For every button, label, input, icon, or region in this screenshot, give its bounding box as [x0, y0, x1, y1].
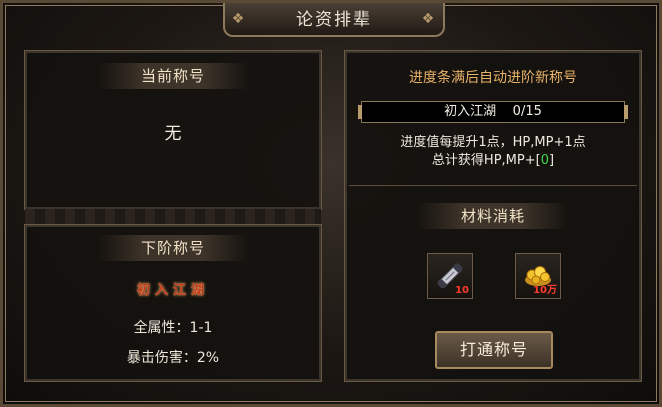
- advance-hint: 进度条满后自动进阶新称号: [409, 70, 577, 86]
- unlock-title-button[interactable]: 打通称号: [435, 331, 553, 369]
- attr-all-stats: 全属性：1-1: [133, 320, 213, 336]
- next-title-panel: 下阶称号 初入江湖 全属性：1-1 暴击伤害：2%: [24, 224, 322, 382]
- current-title-value: 无: [164, 124, 182, 144]
- current-title-panel: 当前称号 无: [24, 50, 322, 210]
- progress-label: 初入江湖 0/15: [444, 104, 542, 119]
- bracket-close: ]: [548, 153, 555, 168]
- current-title-header: 当前称号: [97, 63, 249, 89]
- material-slot-scroll[interactable]: 10: [427, 253, 473, 299]
- progress-title-name: 初入江湖: [444, 104, 497, 119]
- materials-header: 材料消耗: [417, 203, 569, 229]
- progress-count: 0/15: [512, 104, 542, 119]
- decorative-divider: [25, 209, 321, 225]
- ornament-left-icon: ❖: [231, 11, 247, 27]
- window-title: 论资排辈: [296, 10, 372, 30]
- next-title-header: 下阶称号: [97, 235, 249, 261]
- window-frame: ❖ 论资排辈 ❖ 当前称号 无 下阶称号 初入江湖 全属性：1-1 暴击伤害：2…: [0, 0, 662, 407]
- attr-crit-damage: 暴击伤害：2%: [126, 350, 220, 366]
- progress-cap-left: [358, 105, 362, 119]
- ornament-right-icon: ❖: [421, 11, 437, 27]
- progress-rule-text: 进度值每提升1点，HP,MP+1点: [400, 135, 586, 150]
- total-bonus-text: 总计获得HP,MP+[0]: [347, 149, 639, 168]
- material-slot-gold[interactable]: 10万: [515, 253, 561, 299]
- material-qty-gold: 10万: [533, 285, 557, 296]
- next-title-badge: 初入江湖: [136, 283, 209, 298]
- progress-cap-right: [624, 105, 628, 119]
- progress-bar: 初入江湖 0/15: [358, 101, 628, 123]
- window-title-plate: ❖ 论资排辈 ❖: [223, 3, 445, 37]
- advance-panel: 进度条满后自动进阶新称号 初入江湖 0/15 进度值每提升1点，HP,MP+1点…: [344, 50, 642, 382]
- total-bonus-prefix: 总计获得HP,MP+: [431, 153, 536, 168]
- material-qty-scroll: 10: [455, 285, 469, 296]
- total-bonus-value: 0: [540, 153, 549, 168]
- section-divider: [349, 185, 637, 186]
